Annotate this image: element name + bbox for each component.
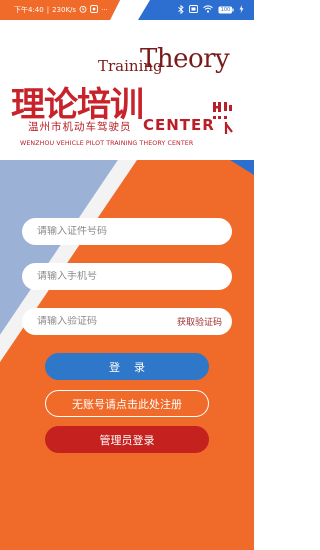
- logo-center-text: CENTER: [143, 116, 215, 134]
- status-time: 下午4:40: [14, 6, 44, 14]
- app-notification-icon: [90, 5, 99, 15]
- battery-level: 100: [220, 7, 231, 13]
- login-button[interactable]: 登录: [45, 353, 209, 380]
- logo-english-subtitle: WENZHOU VEHICLE PILOT TRAINING THEORY CE…: [20, 140, 194, 147]
- bluetooth-icon: [178, 4, 184, 16]
- logo: Training Theory 理论培训 温州市机动车驾驶员 CENTER WE…: [0, 20, 254, 147]
- logo-theory-text: Theory: [140, 44, 230, 74]
- status-more: ···: [101, 6, 108, 14]
- wifi-icon: [203, 5, 213, 15]
- charging-icon: [239, 5, 244, 15]
- battery-icon: 100: [218, 6, 234, 14]
- logo-h-marks-icon: [213, 102, 233, 134]
- phone-input[interactable]: [37, 271, 222, 282]
- alarm-icon: [79, 5, 87, 15]
- screen-icon: [189, 5, 198, 15]
- logo-chinese-subtitle: 温州市机动车驾驶员: [28, 121, 132, 133]
- verification-code-input[interactable]: [37, 316, 173, 327]
- admin-login-button[interactable]: 管理员登录: [45, 426, 209, 453]
- status-left: 下午4:40 | 230K/s ···: [14, 0, 108, 20]
- id-number-field[interactable]: [22, 218, 232, 245]
- id-number-input[interactable]: [37, 226, 222, 237]
- verification-code-field[interactable]: 获取验证码: [22, 308, 232, 335]
- register-button[interactable]: 无账号请点击此处注册: [45, 390, 209, 417]
- phone-field[interactable]: [22, 263, 232, 290]
- status-bar: 下午4:40 | 230K/s ··· 100: [0, 0, 254, 20]
- status-speed: 230K/s: [52, 6, 77, 14]
- status-right: 100: [178, 0, 244, 20]
- get-code-button[interactable]: 获取验证码: [177, 315, 222, 328]
- login-screen: 下午4:40 | 230K/s ··· 100 Training Theory …: [0, 0, 254, 550]
- divider: |: [46, 6, 50, 14]
